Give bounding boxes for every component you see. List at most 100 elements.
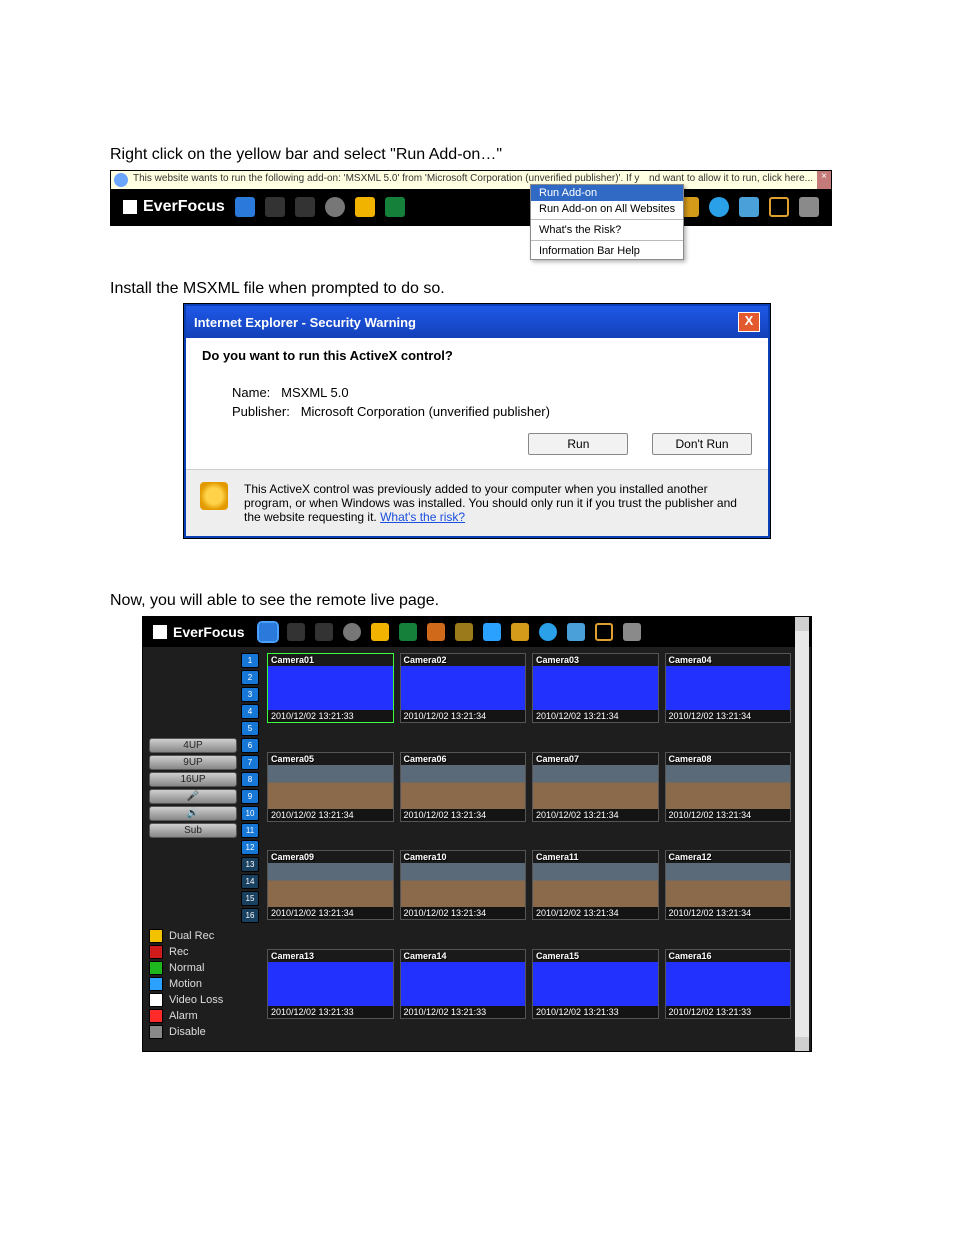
camera-tile[interactable]: Camera122010/12/02 13:21:34 (665, 850, 792, 920)
camera-feed (533, 765, 658, 809)
camera-timestamp: 2010/12/02 13:21:33 (401, 1006, 526, 1018)
channel-chip-2[interactable]: 2 (241, 670, 259, 685)
camera-timestamp: 2010/12/02 13:21:34 (401, 710, 526, 722)
camera-timestamp: 2010/12/02 13:21:34 (401, 809, 526, 821)
camera-title: Camera03 (533, 654, 658, 666)
channel-chip-7[interactable]: 7 (241, 755, 259, 770)
channel-chip-11[interactable]: 11 (241, 823, 259, 838)
monitor-icon[interactable] (235, 197, 255, 217)
menu-whats-the-risk[interactable]: What's the Risk? (531, 222, 683, 238)
sub-button[interactable]: Sub (149, 823, 237, 838)
legend-row: Normal (149, 961, 259, 975)
channel-chip-14[interactable]: 14 (241, 874, 259, 889)
schedule-icon[interactable] (399, 623, 417, 641)
camera-title: Camera16 (666, 950, 791, 962)
wand-icon[interactable] (287, 623, 305, 641)
scroll-down-icon[interactable] (795, 1037, 809, 1051)
camera-timestamp: 2010/12/02 13:21:33 (666, 1006, 791, 1018)
camera-icon[interactable] (315, 623, 333, 641)
camera-tile[interactable]: Camera042010/12/02 13:21:34 (665, 653, 792, 723)
display-icon[interactable] (483, 623, 501, 641)
camera-tile[interactable]: Camera16 2010/12/02 13:21:33 (665, 949, 792, 1019)
camera-title: Camera09 (268, 851, 393, 863)
sidebar: 4UP 9UP 16UP 🎤 🔊 Sub 1234567891011121314… (149, 653, 259, 1041)
logo-icon (153, 625, 167, 639)
globe-icon[interactable] (455, 623, 473, 641)
windows-icon[interactable] (739, 197, 759, 217)
channel-chip-16[interactable]: 16 (241, 908, 259, 923)
camera-tile[interactable]: Camera062010/12/02 13:21:34 (400, 752, 527, 822)
channel-chip-1[interactable]: 1 (241, 653, 259, 668)
layout-9up-button[interactable]: 9UP (149, 755, 237, 770)
schedule-icon[interactable] (385, 197, 405, 217)
camera-tile[interactable]: Camera032010/12/02 13:21:34 (532, 653, 659, 723)
camera-timestamp: 2010/12/02 13:21:34 (666, 907, 791, 919)
instruction-step-3: Now, you will able to see the remote liv… (110, 592, 844, 610)
camera-tile[interactable]: Camera09 2010/12/02 13:21:34 (267, 850, 394, 920)
camera-timestamp: 2010/12/02 13:21:34 (533, 907, 658, 919)
camera-tile[interactable]: Camera012010/12/02 13:21:33 (267, 653, 394, 723)
run-button[interactable]: Run (528, 433, 628, 455)
camera-tile[interactable]: Camera052010/12/02 13:21:34 (267, 752, 394, 822)
ie-information-bar[interactable]: This website wants to run the following … (111, 171, 831, 189)
channel-chip-6[interactable]: 6 (241, 738, 259, 753)
info-icon[interactable] (709, 197, 729, 217)
legend-label: Motion (169, 978, 202, 990)
infobar-close-button[interactable]: × (817, 171, 831, 189)
legend-row: Alarm (149, 1009, 259, 1023)
menu-run-addon[interactable]: Run Add-on (531, 185, 683, 201)
storage-icon[interactable] (799, 197, 819, 217)
dont-run-button[interactable]: Don't Run (652, 433, 752, 455)
instruction-step-2: Install the MSXML file when prompted to … (110, 280, 844, 298)
camera-tile[interactable]: Camera132010/12/02 13:21:33 (267, 949, 394, 1019)
layout-4up-button[interactable]: 4UP (149, 738, 237, 753)
dialog-question: Do you want to run this ActiveX control? (202, 348, 752, 363)
bell-icon[interactable] (371, 623, 389, 641)
camera-timestamp: 2010/12/02 13:21:34 (268, 809, 393, 821)
channel-chip-13[interactable]: 13 (241, 857, 259, 872)
channel-chip-3[interactable]: 3 (241, 687, 259, 702)
camera-feed (666, 962, 791, 1006)
instruction-step-1: Right click on the yellow bar and select… (110, 146, 844, 164)
bell-icon[interactable] (355, 197, 375, 217)
channel-chip-12[interactable]: 12 (241, 840, 259, 855)
camera-icon[interactable] (295, 197, 315, 217)
channel-chip-9[interactable]: 9 (241, 789, 259, 804)
dialog-close-button[interactable]: X (738, 312, 760, 332)
search-icon[interactable] (769, 197, 789, 217)
menu-information-bar-help[interactable]: Information Bar Help (531, 243, 683, 259)
network-icon[interactable] (427, 623, 445, 641)
windows-icon[interactable] (567, 623, 585, 641)
storage-icon[interactable] (623, 623, 641, 641)
camera-tile[interactable]: Camera142010/12/02 13:21:33 (400, 949, 527, 1019)
gear-icon[interactable] (511, 623, 529, 641)
scrollbar[interactable] (795, 617, 809, 1051)
camera-tile[interactable]: Camera112010/12/02 13:21:34 (532, 850, 659, 920)
info-icon[interactable] (539, 623, 557, 641)
camera-tile[interactable]: Camera102010/12/02 13:21:34 (400, 850, 527, 920)
camera-tile[interactable]: Camera152010/12/02 13:21:33 (532, 949, 659, 1019)
speaker-button[interactable]: 🔊 (149, 806, 237, 821)
menu-run-addon-all[interactable]: Run Add-on on All Websites (531, 201, 683, 217)
channel-chip-5[interactable]: 5 (241, 721, 259, 736)
mic-button[interactable]: 🎤 (149, 789, 237, 804)
camera-title: Camera10 (401, 851, 526, 863)
channel-chip-10[interactable]: 10 (241, 806, 259, 821)
monitor-icon[interactable] (259, 623, 277, 641)
channel-chip-4[interactable]: 4 (241, 704, 259, 719)
camera-timestamp: 2010/12/02 13:21:34 (268, 907, 393, 919)
camera-tile[interactable]: Camera022010/12/02 13:21:34 (400, 653, 527, 723)
layout-16up-button[interactable]: 16UP (149, 772, 237, 787)
film-icon[interactable] (343, 623, 361, 641)
channel-chip-8[interactable]: 8 (241, 772, 259, 787)
film-icon[interactable] (325, 197, 345, 217)
camera-tile[interactable]: Camera082010/12/02 13:21:34 (665, 752, 792, 822)
scroll-up-icon[interactable] (795, 617, 809, 631)
camera-tile[interactable]: Camera072010/12/02 13:21:34 (532, 752, 659, 822)
wand-icon[interactable] (265, 197, 285, 217)
infobar-context-menu: Run Add-on Run Add-on on All Websites Wh… (530, 184, 684, 260)
search-icon[interactable] (595, 623, 613, 641)
channel-chip-15[interactable]: 15 (241, 891, 259, 906)
legend-label: Video Loss (169, 994, 223, 1006)
whats-the-risk-link[interactable]: What's the risk? (380, 510, 465, 524)
